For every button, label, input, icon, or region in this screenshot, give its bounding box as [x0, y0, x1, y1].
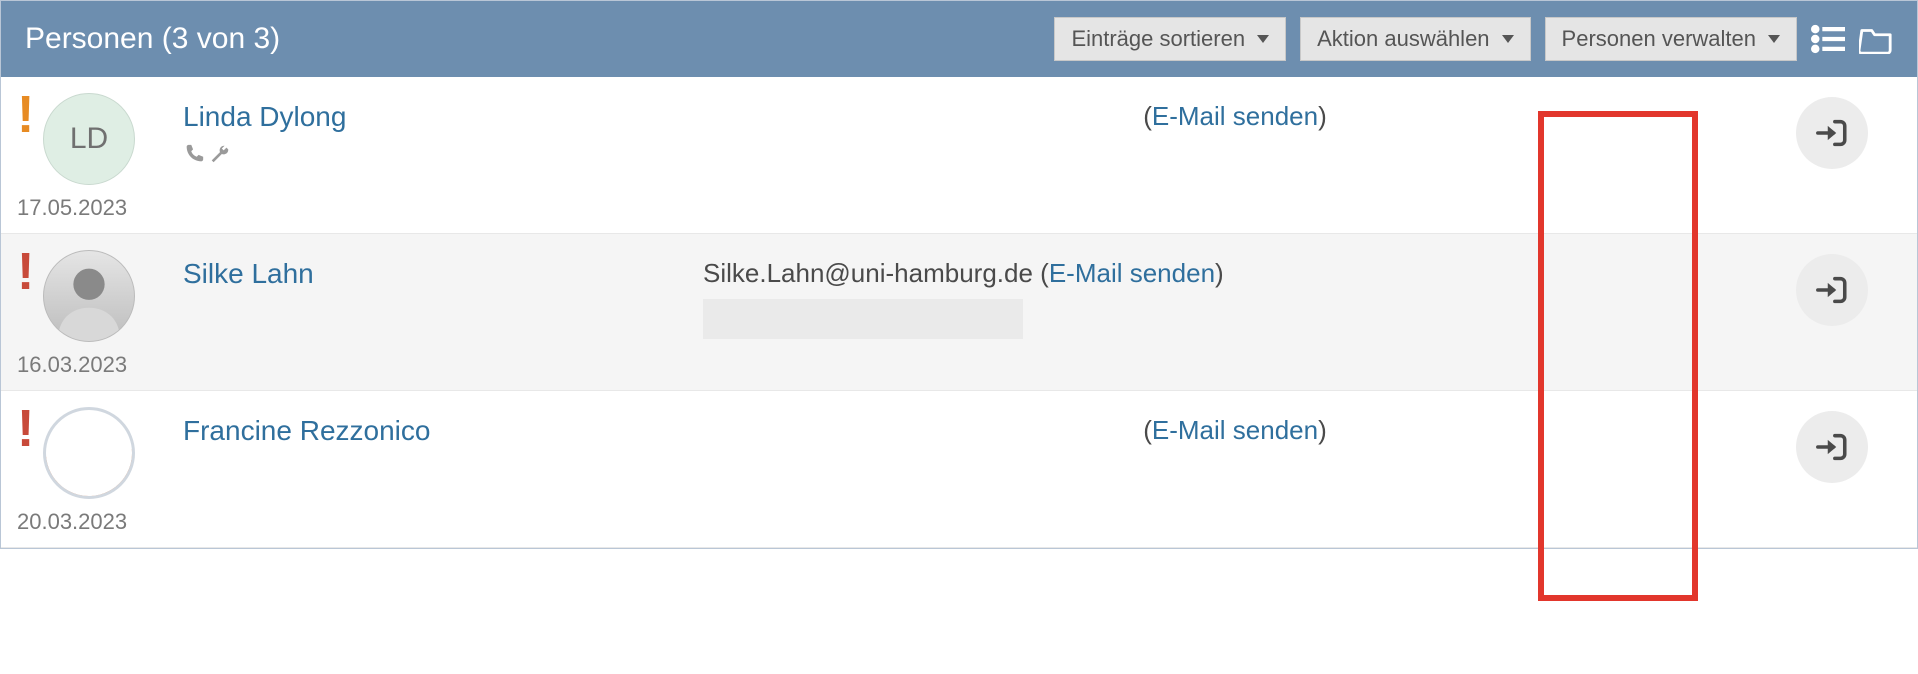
avatar[interactable] [43, 250, 135, 342]
toolbar: Einträge sortieren Aktion auswählen Pers… [1054, 17, 1893, 61]
wrench-icon [209, 143, 231, 165]
name-col: Silke Lahn [183, 250, 703, 290]
paren-close: ) [1318, 101, 1327, 131]
person-date: 16.03.2023 [17, 352, 127, 378]
email-col: (E-Mail senden) [703, 407, 1767, 446]
person-date: 20.03.2023 [17, 509, 127, 535]
email-line: (E-Mail senden) [703, 415, 1767, 446]
send-email-link[interactable]: E-Mail senden [1152, 415, 1318, 445]
select-action-dropdown[interactable]: Aktion auswählen [1300, 17, 1530, 61]
paren-open: ( [1143, 415, 1152, 445]
person-date: 17.05.2023 [17, 195, 127, 221]
paren-close: ) [1215, 258, 1224, 288]
folder-icon[interactable] [1859, 24, 1893, 54]
name-col: Francine Rezzonico [183, 407, 703, 447]
avatar-col: 20.03.2023 [43, 407, 183, 535]
list-view-icon[interactable] [1811, 24, 1845, 54]
paren-open: ( [1040, 258, 1049, 288]
email-line: Silke.Lahn@uni-hamburg.de (E-Mail senden… [703, 258, 1767, 289]
login-arrow-icon [1815, 273, 1849, 307]
login-as-button[interactable] [1796, 411, 1868, 483]
person-list: ! LD 17.05.2023 Linda Dylong (E-Mail sen… [1, 77, 1917, 548]
main-window: Personen (3 von 3) Einträge sortieren Ak… [0, 0, 1918, 549]
login-as-button[interactable] [1796, 97, 1868, 169]
person-name-link[interactable]: Linda Dylong [183, 101, 346, 132]
top-bar: Personen (3 von 3) Einträge sortieren Ak… [1, 1, 1917, 77]
manage-persons-dropdown[interactable]: Personen verwalten [1545, 17, 1797, 61]
email-col: Silke.Lahn@uni-hamburg.de (E-Mail senden… [703, 250, 1767, 339]
person-name-link[interactable]: Silke Lahn [183, 258, 314, 289]
person-name-link[interactable]: Francine Rezzonico [183, 415, 430, 446]
login-as-button[interactable] [1796, 254, 1868, 326]
paren-close: ) [1318, 415, 1327, 445]
paren-open: ( [1143, 101, 1152, 131]
caret-down-icon [1257, 35, 1269, 43]
exclamation-icon: ! [17, 97, 43, 133]
action-col [1767, 93, 1897, 169]
caret-down-icon [1768, 35, 1780, 43]
name-col: Linda Dylong [183, 93, 703, 170]
email-col: (E-Mail senden) [703, 93, 1767, 132]
email-prefix-text: Silke.Lahn@uni-hamburg.de [703, 258, 1040, 288]
status-flag-col: ! [17, 93, 43, 133]
avatar-col: LD 17.05.2023 [43, 93, 183, 221]
login-arrow-icon [1815, 430, 1849, 464]
person-row: ! 16.03.2023 Silke Lahn Silke.Lahn@uni-h… [1, 234, 1917, 391]
manage-persons-label: Personen verwalten [1562, 26, 1756, 52]
avatar[interactable] [43, 407, 135, 499]
email-line: (E-Mail senden) [703, 101, 1767, 132]
person-row: ! LD 17.05.2023 Linda Dylong (E-Mail sen… [1, 77, 1917, 234]
meta-icons [183, 143, 703, 170]
caret-down-icon [1502, 35, 1514, 43]
login-arrow-icon [1815, 116, 1849, 150]
exclamation-icon: ! [17, 254, 43, 290]
exclamation-icon: ! [17, 411, 43, 447]
select-action-label: Aktion auswählen [1317, 26, 1489, 52]
avatar[interactable]: LD [43, 93, 135, 185]
avatar-col: 16.03.2023 [43, 250, 183, 378]
sort-entries-dropdown[interactable]: Einträge sortieren [1054, 17, 1286, 61]
action-col [1767, 407, 1897, 483]
status-flag-col: ! [17, 250, 43, 290]
send-email-link[interactable]: E-Mail senden [1152, 101, 1318, 131]
status-flag-col: ! [17, 407, 43, 447]
send-email-link[interactable]: E-Mail senden [1049, 258, 1215, 288]
phone-icon [183, 143, 205, 165]
action-col [1767, 250, 1897, 326]
sort-entries-label: Einträge sortieren [1071, 26, 1245, 52]
redacted-block [703, 299, 1023, 339]
page-title: Personen (3 von 3) [25, 22, 280, 56]
person-row: ! 20.03.2023 Francine Rezzonico (E-Mail … [1, 391, 1917, 548]
